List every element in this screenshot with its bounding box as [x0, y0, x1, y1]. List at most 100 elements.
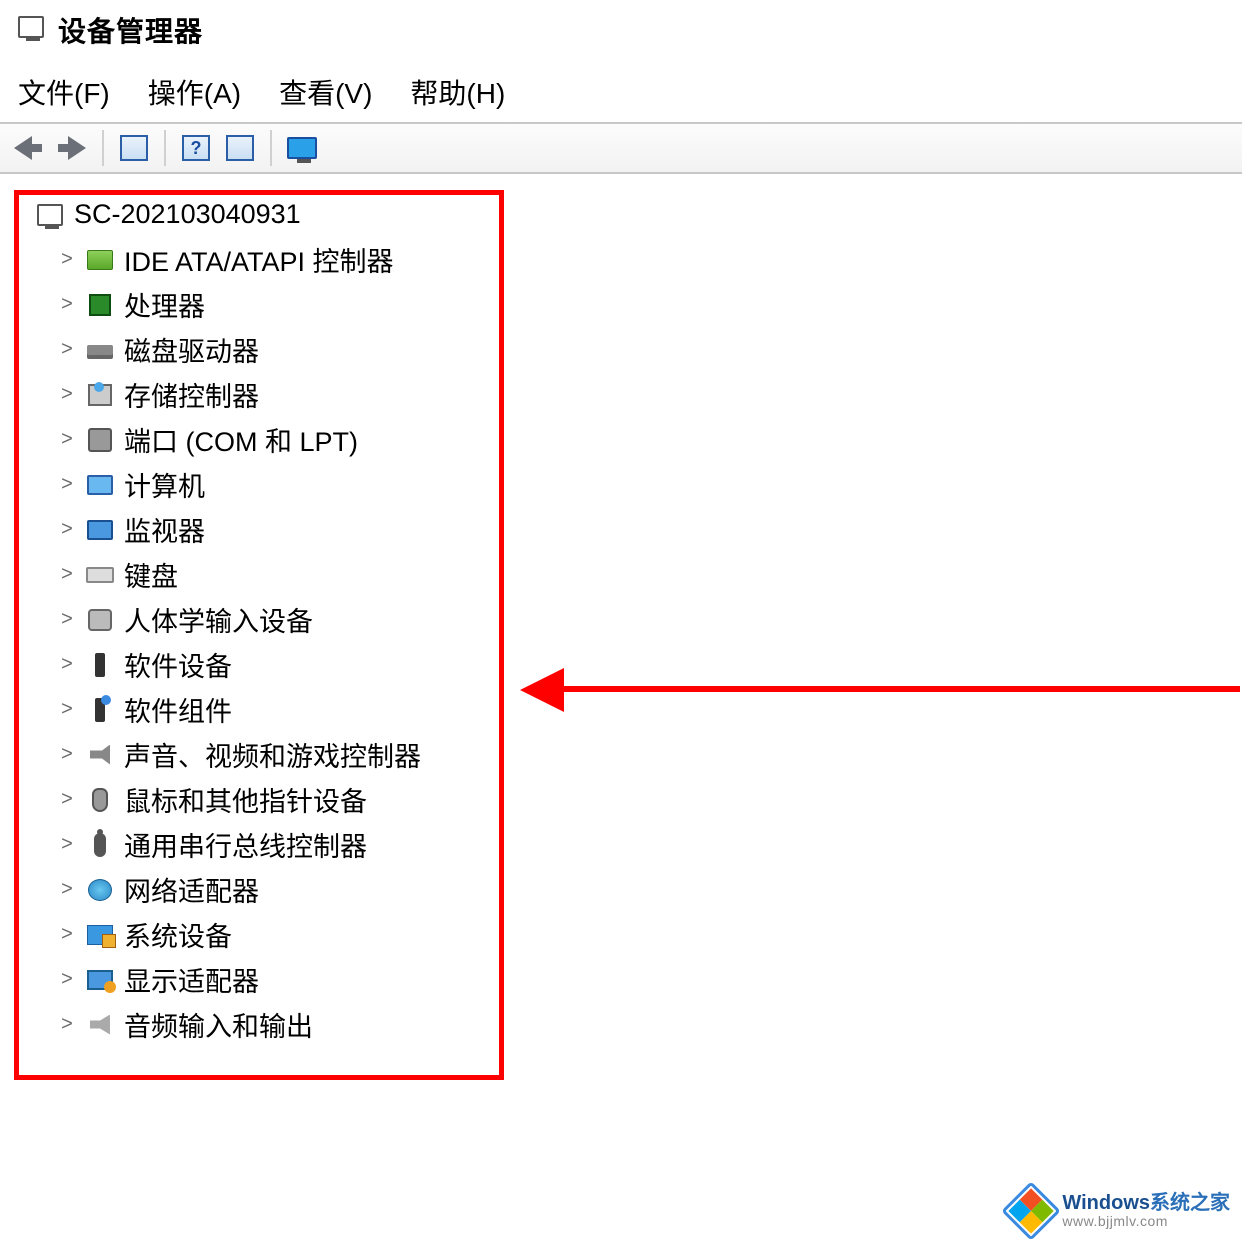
tree-item-label: IDE ATA/ATAPI 控制器: [124, 240, 394, 279]
tree-item[interactable]: > 软件设备: [58, 642, 1242, 687]
expand-icon[interactable]: >: [58, 971, 76, 989]
expand-icon[interactable]: >: [58, 341, 76, 359]
tree-item[interactable]: > 音频输入和输出: [58, 1002, 1242, 1047]
tree-item[interactable]: > 磁盘驱动器: [58, 327, 1242, 372]
tree-root[interactable]: SC-202103040931: [36, 192, 1242, 237]
category-icon: [86, 563, 114, 587]
panel-icon: [120, 135, 148, 161]
tree-item[interactable]: > 存储控制器: [58, 372, 1242, 417]
category-icon: [86, 248, 114, 272]
tree-item-label: 通用串行总线控制器: [124, 825, 367, 864]
tree-item-label: 人体学输入设备: [124, 600, 313, 639]
expand-icon[interactable]: >: [58, 566, 76, 584]
expand-icon[interactable]: >: [58, 701, 76, 719]
help-icon: [182, 135, 210, 161]
tree-item[interactable]: > 网络适配器: [58, 867, 1242, 912]
tree-item[interactable]: > 人体学输入设备: [58, 597, 1242, 642]
category-icon: [86, 428, 114, 452]
tree-item-label: 软件组件: [124, 690, 232, 729]
tree-item-label: 音频输入和输出: [124, 1005, 313, 1044]
category-icon: [86, 293, 114, 317]
watermark-logo-icon: [1002, 1181, 1061, 1240]
scan-hardware-button[interactable]: [282, 130, 322, 166]
category-icon: [86, 968, 114, 992]
tree-item-label: 磁盘驱动器: [124, 330, 259, 369]
menu-action[interactable]: 操作(A): [148, 72, 241, 112]
category-icon: [86, 743, 114, 767]
category-icon: [86, 473, 114, 497]
window-title: 设备管理器: [58, 10, 203, 50]
expand-icon[interactable]: >: [58, 431, 76, 449]
tree-item-label: 计算机: [124, 465, 205, 504]
menu-view[interactable]: 查看(V): [279, 72, 372, 112]
tree-item-label: 软件设备: [124, 645, 232, 684]
toolbar-separator: [270, 130, 272, 166]
nav-forward-button[interactable]: [52, 130, 92, 166]
category-icon: [86, 518, 114, 542]
arrow-left-icon: [14, 136, 32, 160]
expand-icon[interactable]: >: [58, 386, 76, 404]
tree-item[interactable]: > 处理器: [58, 282, 1242, 327]
watermark-brand: Windows系统之家: [1062, 1192, 1230, 1214]
expand-icon[interactable]: >: [58, 881, 76, 899]
category-icon: [86, 788, 114, 812]
app-icon: [18, 16, 46, 44]
menu-file[interactable]: 文件(F): [18, 72, 110, 112]
category-icon: [86, 923, 114, 947]
menubar: 文件(F) 操作(A) 查看(V) 帮助(H): [0, 58, 1242, 122]
category-icon: [86, 338, 114, 362]
category-icon: [86, 653, 114, 677]
expand-icon[interactable]: >: [58, 746, 76, 764]
tree-item-label: 显示适配器: [124, 960, 259, 999]
expand-icon[interactable]: >: [58, 611, 76, 629]
tree-item[interactable]: > 监视器: [58, 507, 1242, 552]
toolbar-separator: [102, 130, 104, 166]
show-hide-tree-button[interactable]: [114, 130, 154, 166]
category-icon: [86, 608, 114, 632]
tree-item[interactable]: > 显示适配器: [58, 957, 1242, 1002]
expand-icon[interactable]: >: [58, 251, 76, 269]
tree-item[interactable]: > IDE ATA/ATAPI 控制器: [58, 237, 1242, 282]
tree-item[interactable]: > 系统设备: [58, 912, 1242, 957]
content-area: SC-202103040931 > IDE ATA/ATAPI 控制器 > 处理器 > 磁…: [0, 174, 1242, 1047]
tree-item-label: 端口 (COM 和 LPT): [124, 420, 358, 459]
expand-icon[interactable]: >: [58, 656, 76, 674]
watermark-url: www.bjjmlv.com: [1062, 1214, 1230, 1229]
tree-item-label: 网络适配器: [124, 870, 259, 909]
nav-back-button[interactable]: [8, 130, 48, 166]
tree-item-label: 声音、视频和游戏控制器: [124, 735, 421, 774]
tree-item[interactable]: > 声音、视频和游戏控制器: [58, 732, 1242, 777]
expand-icon[interactable]: >: [58, 1016, 76, 1034]
tree-item-label: 鼠标和其他指针设备: [124, 780, 367, 819]
expand-icon[interactable]: >: [58, 476, 76, 494]
menu-help[interactable]: 帮助(H): [410, 72, 505, 112]
tree-item-label: 监视器: [124, 510, 205, 549]
category-icon: [86, 383, 114, 407]
category-icon: [86, 833, 114, 857]
expand-icon[interactable]: >: [58, 836, 76, 854]
tree-item-label: 存储控制器: [124, 375, 259, 414]
tree-item[interactable]: > 通用串行总线控制器: [58, 822, 1242, 867]
category-icon: [86, 698, 114, 722]
tree-item[interactable]: > 键盘: [58, 552, 1242, 597]
tree-item[interactable]: > 端口 (COM 和 LPT): [58, 417, 1242, 462]
monitor-icon: [287, 137, 317, 159]
expand-icon[interactable]: >: [58, 926, 76, 944]
expand-icon[interactable]: >: [58, 791, 76, 809]
tree-item-label: 系统设备: [124, 915, 232, 954]
tree-item-label: 键盘: [124, 555, 178, 594]
computer-icon: [36, 203, 64, 227]
watermark: Windows系统之家 www.bjjmlv.com: [1010, 1190, 1230, 1232]
expand-icon[interactable]: >: [58, 296, 76, 314]
device-tree: SC-202103040931 > IDE ATA/ATAPI 控制器 > 处理器 > 磁…: [0, 180, 1242, 1047]
tree-item-label: 处理器: [124, 285, 205, 324]
tree-item[interactable]: > 软件组件: [58, 687, 1242, 732]
help-button[interactable]: [176, 130, 216, 166]
tree-item[interactable]: > 鼠标和其他指针设备: [58, 777, 1242, 822]
root-label: SC-202103040931: [74, 199, 301, 230]
tree-item[interactable]: > 计算机: [58, 462, 1242, 507]
toolbar: [0, 122, 1242, 174]
expand-icon[interactable]: >: [58, 521, 76, 539]
properties-button[interactable]: [220, 130, 260, 166]
properties-icon: [226, 135, 254, 161]
